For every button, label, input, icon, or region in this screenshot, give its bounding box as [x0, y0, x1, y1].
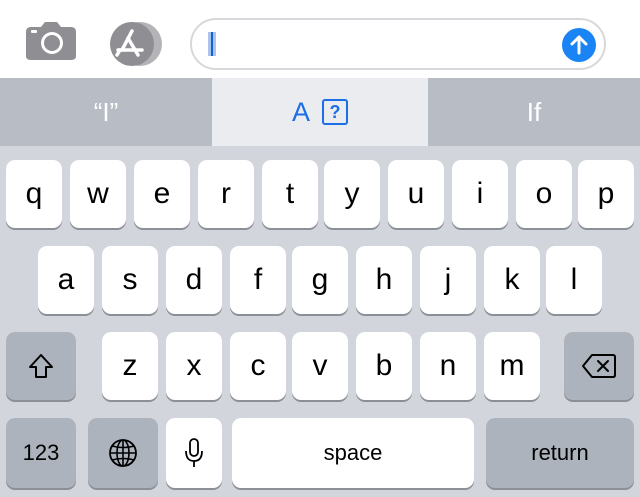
return-key-label: return: [531, 440, 589, 465]
key-w[interactable]: w: [70, 160, 126, 228]
key-b[interactable]: b: [356, 332, 412, 400]
key-label: p: [597, 177, 615, 210]
key-c[interactable]: c: [230, 332, 286, 400]
key-label: g: [311, 263, 329, 296]
key-d[interactable]: d: [166, 246, 222, 314]
backspace-icon: [582, 354, 616, 378]
camera-button[interactable]: [24, 18, 78, 64]
prediction-left-label: “I”: [93, 96, 119, 127]
key-z[interactable]: z: [102, 332, 158, 400]
key-v[interactable]: v: [292, 332, 348, 400]
text-cursor: [208, 32, 216, 56]
key-label: f: [253, 263, 263, 296]
key-a[interactable]: a: [38, 246, 94, 314]
key-label: l: [570, 263, 578, 296]
key-label: y: [344, 177, 360, 210]
key-u[interactable]: u: [388, 160, 444, 228]
key-label: n: [439, 349, 457, 382]
dictation-key[interactable]: [166, 418, 222, 488]
key-label: b: [375, 349, 393, 382]
key-h[interactable]: h: [356, 246, 412, 314]
key-label: z: [122, 349, 138, 382]
prediction-right-label: If: [526, 96, 542, 127]
key-i[interactable]: i: [452, 160, 508, 228]
key-y[interactable]: y: [324, 160, 380, 228]
key-x[interactable]: x: [166, 332, 222, 400]
key-label: q: [25, 177, 43, 210]
key-label: r: [221, 177, 231, 210]
key-t[interactable]: t: [262, 160, 318, 228]
key-g[interactable]: g: [292, 246, 348, 314]
send-button[interactable]: [562, 28, 596, 62]
return-key[interactable]: return: [486, 418, 634, 488]
key-label: d: [185, 263, 203, 296]
key-f[interactable]: f: [230, 246, 286, 314]
key-l[interactable]: l: [546, 246, 602, 314]
key-label: x: [186, 349, 202, 382]
predictive-text-bar: “I” A ? If: [0, 78, 640, 146]
app-store-icon: [110, 22, 162, 66]
keyboard: q w e r t y u i o p a s d f g h j k l z …: [0, 146, 640, 497]
key-label: a: [57, 263, 75, 296]
key-label: j: [444, 263, 452, 296]
key-label: u: [407, 177, 425, 210]
delete-key[interactable]: [564, 332, 634, 400]
key-o[interactable]: o: [516, 160, 572, 228]
globe-icon: [109, 439, 137, 467]
key-label: m: [499, 349, 525, 382]
camera-icon: [26, 22, 76, 60]
key-label: k: [504, 263, 520, 296]
key-n[interactable]: n: [420, 332, 476, 400]
globe-key[interactable]: [88, 418, 158, 488]
app-store-button[interactable]: [108, 20, 164, 68]
key-label: w: [87, 177, 109, 210]
shift-key[interactable]: [6, 332, 76, 400]
key-label: e: [153, 177, 171, 210]
space-key[interactable]: space: [232, 418, 474, 488]
key-m[interactable]: m: [484, 332, 540, 400]
key-p[interactable]: p: [578, 160, 634, 228]
key-r[interactable]: r: [198, 160, 254, 228]
numbers-key-label: 123: [22, 440, 60, 465]
key-label: o: [535, 177, 553, 210]
key-label: t: [285, 177, 295, 210]
prediction-middle[interactable]: A ?: [212, 78, 428, 146]
key-j[interactable]: j: [420, 246, 476, 314]
key-s[interactable]: s: [102, 246, 158, 314]
key-label: s: [122, 263, 138, 296]
key-label: i: [476, 177, 484, 210]
key-k[interactable]: k: [484, 246, 540, 314]
space-key-label: space: [323, 440, 383, 465]
numbers-key[interactable]: 123: [6, 418, 76, 488]
key-label: c: [250, 349, 266, 382]
key-label: h: [375, 263, 393, 296]
prediction-middle-letter: A: [291, 96, 310, 127]
key-e[interactable]: e: [134, 160, 190, 228]
key-label: v: [312, 349, 328, 382]
prediction-left[interactable]: “I”: [0, 78, 212, 146]
missing-glyph-label: ?: [329, 101, 341, 122]
message-compose-bar: [0, 0, 640, 78]
message-text-field[interactable]: [190, 18, 606, 70]
key-q[interactable]: q: [6, 160, 62, 228]
arrow-up-icon: [570, 35, 588, 55]
missing-glyph-icon: ?: [322, 99, 348, 125]
prediction-right[interactable]: If: [428, 78, 640, 146]
microphone-icon: [185, 438, 203, 467]
shift-icon: [29, 354, 53, 378]
